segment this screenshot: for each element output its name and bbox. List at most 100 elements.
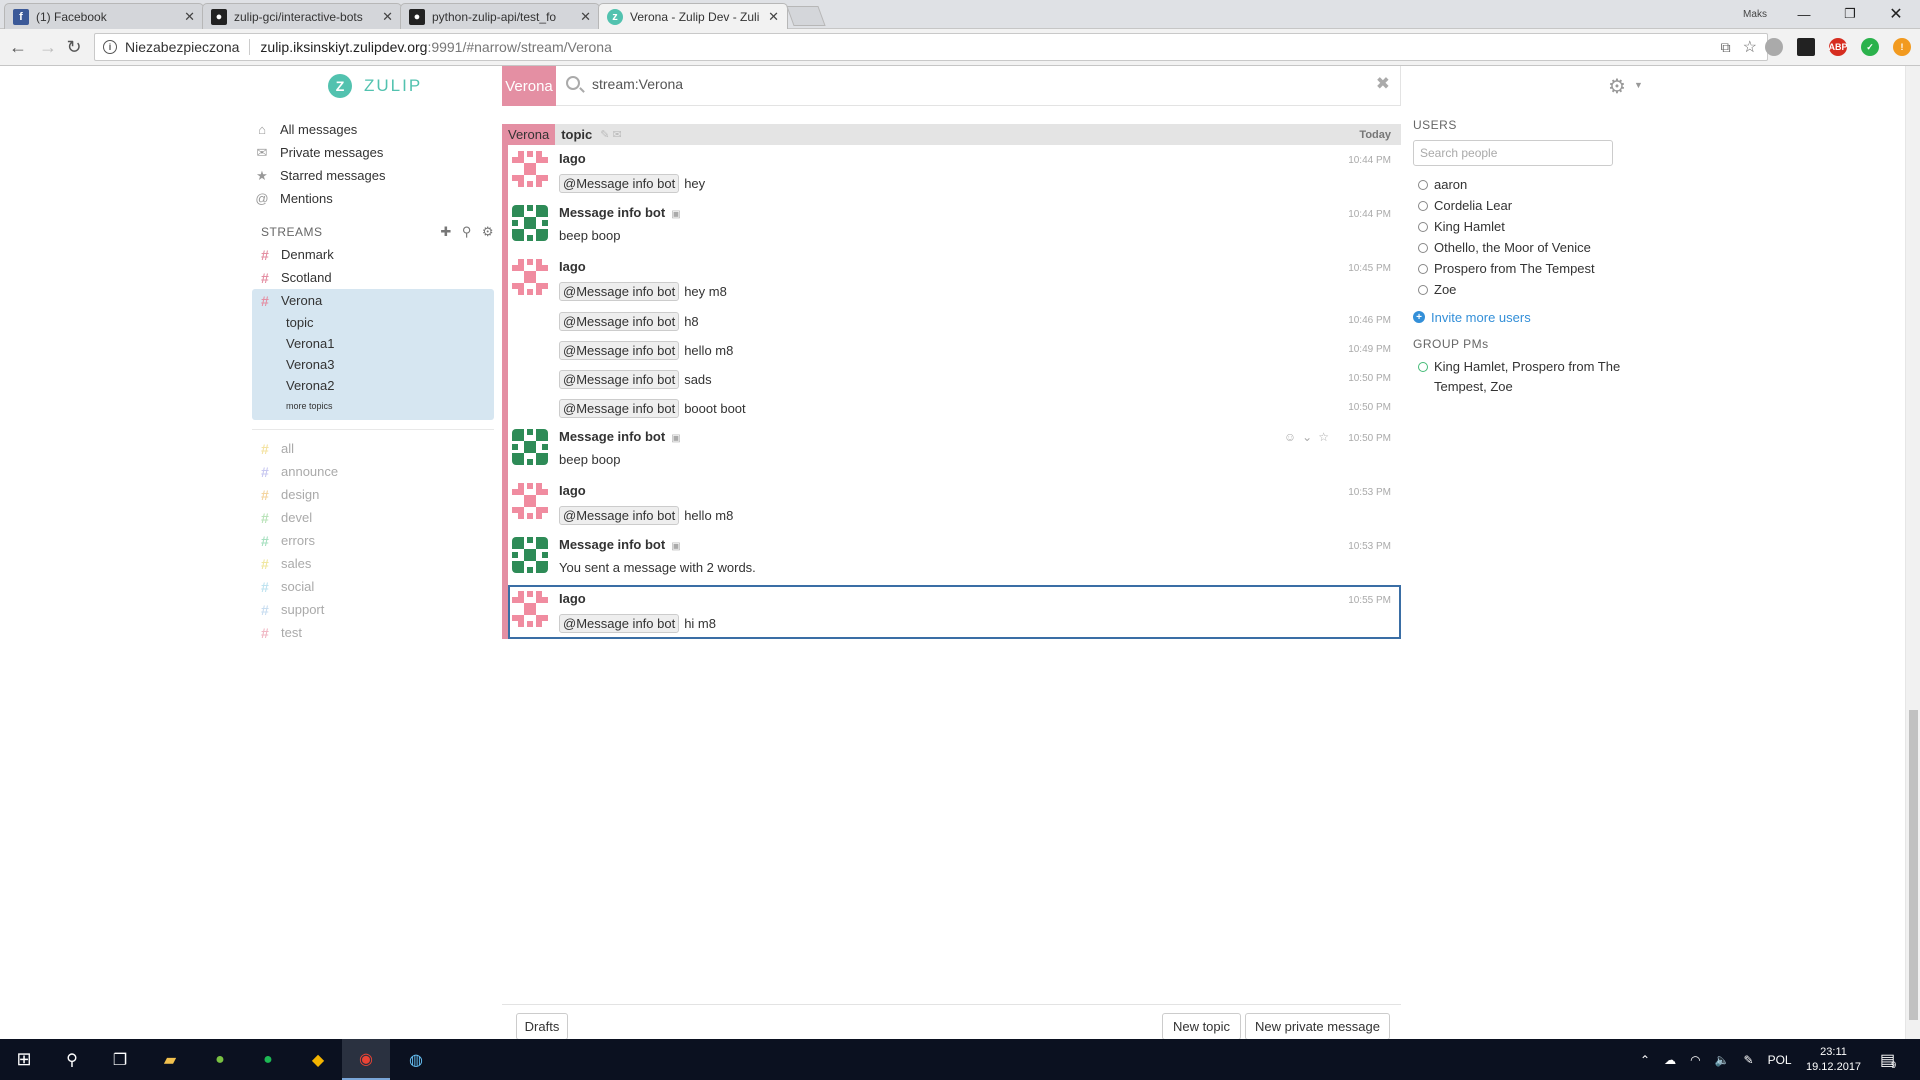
message-row[interactable]: Iago 10:45 PM @Message info bot hey m8 <box>508 253 1401 307</box>
scrollbar-thumb[interactable] <box>1909 710 1918 1020</box>
stream-item-devel[interactable]: # devel <box>252 506 494 529</box>
close-icon[interactable]: ✖ <box>1376 74 1390 94</box>
message-row[interactable]: 10:49 PM @Message info bot hello m8 <box>508 336 1401 365</box>
steam-icon[interactable]: ◍ <box>392 1039 440 1080</box>
close-tab-icon[interactable]: ✕ <box>382 9 393 25</box>
message-sender[interactable]: Iago <box>559 151 586 166</box>
recipient-topic[interactable]: topic <box>561 127 592 142</box>
message-sender[interactable]: Iago <box>559 591 586 606</box>
adblock-icon[interactable]: ABP <box>1829 38 1848 56</box>
message-time[interactable]: 10:44 PM <box>1348 155 1391 166</box>
message-row[interactable]: Iago 10:55 PM @Message info bot hi m8 <box>508 585 1401 639</box>
message-row[interactable]: Iago 10:53 PM @Message info bot hello m8 <box>508 477 1401 531</box>
global-filter-private-messages[interactable]: ✉ Private messages <box>252 141 494 164</box>
alert-extension-icon[interactable]: ! <box>1893 38 1911 56</box>
stream-item-denmark[interactable]: # Denmark <box>252 243 494 266</box>
message-time[interactable]: 10:53 PM <box>1348 541 1391 552</box>
user-mention[interactable]: @Message info bot <box>559 614 680 633</box>
stream-item-scotland[interactable]: # Scotland <box>252 266 494 289</box>
avatar[interactable] <box>512 151 548 187</box>
gitkraken-icon[interactable]: ◆ <box>294 1039 342 1080</box>
avatar[interactable] <box>512 537 548 573</box>
translate-icon[interactable]: ⧉ <box>1721 39 1731 56</box>
message-time[interactable]: 10:44 PM <box>1348 209 1391 220</box>
utorrent-icon[interactable]: ● <box>196 1039 244 1080</box>
user-mention[interactable]: @Message info bot <box>559 399 680 418</box>
stream-item-sales[interactable]: # sales <box>252 552 494 575</box>
group-pm-item[interactable]: King Hamlet, Prospero from The Tempest, … <box>1413 357 1663 397</box>
avatar[interactable] <box>512 205 548 241</box>
stream-item-social[interactable]: # social <box>252 575 494 598</box>
gear-icon[interactable]: ⚙ <box>482 224 494 240</box>
stream-item-announce[interactable]: # announce <box>252 460 494 483</box>
url-input[interactable]: i Niezabezpieczona zulip.iksinskiyt.zuli… <box>94 33 1768 61</box>
extension-icon[interactable] <box>1765 38 1783 56</box>
message-time[interactable]: 10:50 PM <box>1348 402 1391 413</box>
message-row[interactable]: Message info bot ▣ 10:44 PM beep boop <box>508 199 1401 253</box>
search-icon[interactable]: ⚲ <box>48 1039 96 1080</box>
restore-icon[interactable]: ❐ <box>1832 0 1868 28</box>
message-row[interactable]: 10:50 PM @Message info bot booot boot <box>508 394 1401 423</box>
global-filter-all-messages[interactable]: ⌂ All messages <box>252 118 494 141</box>
new-tab-button[interactable] <box>786 6 826 26</box>
volume-icon[interactable]: 🔈 <box>1715 1053 1730 1067</box>
language-indicator[interactable]: POL <box>1768 1053 1792 1067</box>
message-time[interactable]: 10:49 PM <box>1348 344 1391 355</box>
message-sender[interactable]: Iago <box>559 483 586 498</box>
onedrive-icon[interactable]: ☁ <box>1664 1053 1676 1067</box>
invite-users-link[interactable]: + Invite more users <box>1413 307 1663 327</box>
avatar[interactable] <box>512 483 548 519</box>
forward-icon[interactable]: → <box>36 35 60 59</box>
bookmark-star-icon[interactable]: ☆ <box>1743 37 1757 57</box>
message-sender[interactable]: Message info bot ▣ <box>559 537 681 552</box>
message-sender[interactable]: Message info bot ▣ <box>559 429 681 444</box>
mail-extension-icon[interactable] <box>1797 38 1815 56</box>
browser-tab[interactable]: ● python-zulip-api/test_fo ✕ <box>400 3 600 29</box>
task-view-icon[interactable]: ❐ <box>96 1039 144 1080</box>
page-scrollbar[interactable] <box>1905 66 1920 1039</box>
network-icon[interactable]: ◠ <box>1690 1053 1700 1067</box>
global-filter-starred-messages[interactable]: ★ Starred messages <box>252 164 494 187</box>
chevron-up-icon[interactable]: ⌃ <box>1640 1053 1650 1067</box>
stream-item-verona[interactable]: # Verona <box>252 289 494 312</box>
user-mention[interactable]: @Message info bot <box>559 312 680 331</box>
reload-icon[interactable]: ↻ <box>62 35 86 59</box>
message-row[interactable]: Iago 10:44 PM @Message info bot hey <box>508 145 1401 199</box>
user-item[interactable]: Zoe <box>1413 279 1663 300</box>
check-extension-icon[interactable]: ✓ <box>1861 38 1879 56</box>
message-time[interactable]: 10:55 PM <box>1348 595 1391 606</box>
info-icon[interactable]: i <box>103 40 117 54</box>
more-topics-link[interactable]: more topics <box>252 396 494 416</box>
close-tab-icon[interactable]: ✕ <box>580 9 591 25</box>
topic-item[interactable]: Verona1 <box>252 333 494 354</box>
user-mention[interactable]: @Message info bot <box>559 370 680 389</box>
action-center-icon[interactable]: ▤ 9 <box>1880 1039 1896 1080</box>
close-tab-icon[interactable]: ✕ <box>184 9 195 25</box>
stream-item-errors[interactable]: # errors <box>252 529 494 552</box>
avatar[interactable] <box>512 591 548 627</box>
stream-item-test[interactable]: # test <box>252 621 494 644</box>
user-item[interactable]: Cordelia Lear <box>1413 195 1663 216</box>
zulip-brand[interactable]: Z ZULIP <box>328 74 422 98</box>
new-topic-button[interactable]: New topic <box>1162 1013 1241 1040</box>
stream-item-all[interactable]: # all <box>252 437 494 460</box>
message-sender[interactable]: Message info bot ▣ <box>559 205 681 220</box>
chevron-down-icon[interactable]: ⌄ <box>1302 430 1318 444</box>
narrow-stream-pill[interactable]: Verona <box>502 66 556 106</box>
user-mention[interactable]: @Message info bot <box>559 174 680 193</box>
stream-item-support[interactable]: # support <box>252 598 494 621</box>
security-label[interactable]: Niezabezpieczona <box>125 39 251 55</box>
new-private-message-button[interactable]: New private message <box>1245 1013 1390 1040</box>
topic-item[interactable]: topic <box>252 312 494 333</box>
search-bar[interactable]: Verona stream:Verona ✖ <box>502 66 1400 106</box>
global-filter-mentions[interactable]: @ Mentions <box>252 187 494 210</box>
message-time[interactable]: 10:45 PM <box>1348 263 1391 274</box>
user-mention[interactable]: @Message info bot <box>559 506 680 525</box>
recipient-bar[interactable]: Verona topic ✎ ✉ Today <box>502 124 1401 145</box>
topic-item[interactable]: Verona2 <box>252 375 494 396</box>
emoji-icon[interactable]: ☺ <box>1284 430 1302 444</box>
message-time[interactable]: 10:46 PM <box>1348 315 1391 326</box>
user-item[interactable]: King Hamlet <box>1413 216 1663 237</box>
windows-start-icon[interactable]: ⊞ <box>0 1039 48 1080</box>
message-row[interactable]: Message info bot ▣ 10:50 PM beep boop ☺⌄☆ <box>508 423 1401 477</box>
